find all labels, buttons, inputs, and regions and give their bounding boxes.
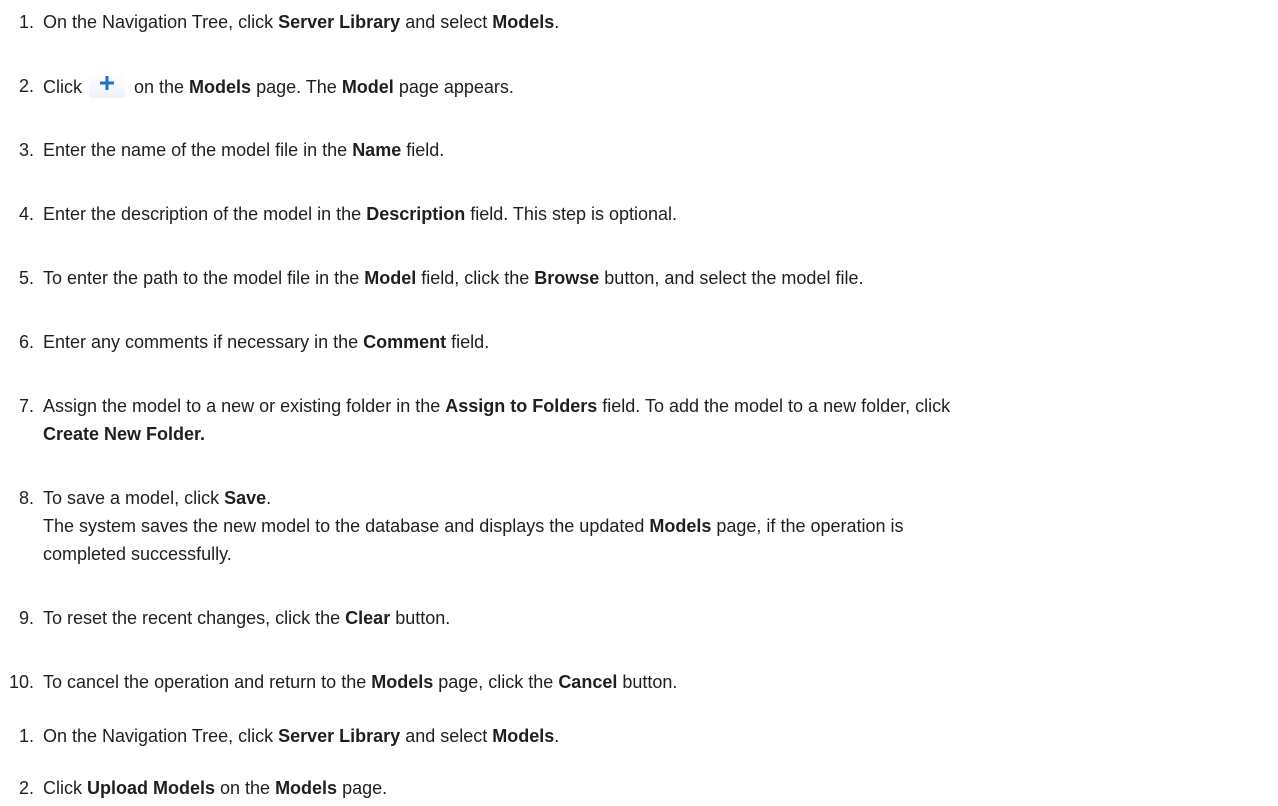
list1-step-10: 10. To cancel the operation and return t… (0, 668, 1270, 696)
step-text: Enter the description of the model in th… (43, 204, 678, 224)
list1-step-7: 7. Assign the model to a new or existing… (0, 392, 1270, 448)
list1-step-1: 1. On the Navigation Tree, click Server … (0, 8, 1270, 36)
step-text: To cancel the operation and return to th… (43, 672, 678, 692)
step-number: 2. (18, 76, 34, 96)
step-number: 8. (18, 488, 34, 508)
step-text: Enter the name of the model file in the … (43, 140, 445, 160)
list2-step-1: 1. On the Navigation Tree, click Server … (0, 722, 1270, 750)
step-text: Assign the model to a new or existing fo… (43, 396, 951, 444)
list1-step-9: 9. To reset the recent changes, click th… (0, 604, 1270, 632)
step-number: 2. (18, 778, 34, 798)
list1-step-4: 4. Enter the description of the model in… (0, 200, 1270, 228)
list1-step-2: 2. Click on the Models page. The Model p… (0, 72, 1270, 100)
step-text: Click Upload Models on the Models page. (43, 778, 388, 798)
plus-icon (89, 72, 125, 98)
list1-step-8: 8. To save a model, click Save. The syst… (0, 484, 1270, 568)
step-number: 5. (18, 268, 34, 288)
step-number: 3. (18, 140, 34, 160)
step-text: To reset the recent changes, click the C… (43, 608, 451, 628)
list1-step-5: 5. To enter the path to the model file i… (0, 264, 1270, 292)
list1-step-6: 6. Enter any comments if necessary in th… (0, 328, 1270, 356)
step-number: 10. (8, 672, 34, 692)
step-number: 1. (18, 726, 34, 746)
step-text: Click on the Models page. The Model page… (43, 72, 1270, 101)
step-text: On the Navigation Tree, click Server Lib… (43, 12, 560, 32)
step-number: 7. (18, 396, 34, 416)
step-text: To save a model, click Save. The system … (43, 488, 904, 564)
step-text: To enter the path to the model file in t… (43, 268, 864, 288)
step-number: 6. (18, 332, 34, 352)
step-number: 9. (18, 608, 34, 628)
step-number: 4. (18, 204, 34, 224)
list1-step-3: 3. Enter the name of the model file in t… (0, 136, 1270, 164)
list2-step-2: 2. Click Upload Models on the Models pag… (0, 774, 1270, 802)
step-text: Enter any comments if necessary in the C… (43, 332, 490, 352)
step-number: 1. (18, 12, 34, 32)
step-text: On the Navigation Tree, click Server Lib… (43, 726, 560, 746)
